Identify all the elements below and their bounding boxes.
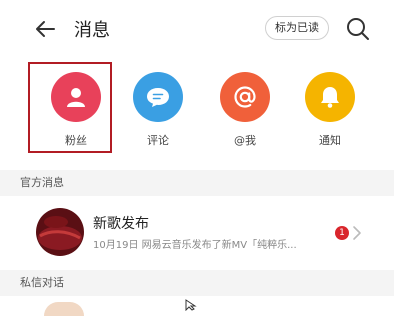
category-label: 粉丝 <box>65 134 87 147</box>
comment-bubble-icon <box>133 72 183 122</box>
mark-all-read-button[interactable]: 标为已读 <box>265 16 329 40</box>
category-fans[interactable]: 粉丝 <box>41 72 111 148</box>
message-title: 新歌发布 <box>93 216 149 232</box>
unread-badge: 1 <box>335 226 349 240</box>
category-label: 评论 <box>147 134 169 147</box>
section-header-private: 私信对话 <box>0 270 394 296</box>
person-icon <box>51 72 101 122</box>
section-header-official: 官方消息 <box>0 170 394 196</box>
official-message-row[interactable]: 新歌发布 10月19日 网易云音乐发布了新MV「纯粹乐... 1 <box>0 196 394 270</box>
bell-icon <box>305 72 355 122</box>
back-arrow-icon[interactable] <box>32 15 60 43</box>
avatar <box>36 208 84 256</box>
message-categories: 粉丝 评论 @我 通知 <box>0 62 394 166</box>
category-mentions[interactable]: @我 <box>210 72 280 148</box>
at-icon <box>220 72 270 122</box>
message-preview: 10月19日 网易云音乐发布了新MV「纯粹乐... <box>93 240 297 251</box>
category-label: @我 <box>234 134 256 147</box>
chevron-right-icon <box>353 226 361 240</box>
category-label: 通知 <box>319 134 341 147</box>
category-comments[interactable]: 评论 <box>123 72 193 148</box>
mouse-cursor-icon <box>185 299 197 311</box>
app-header: 消息 标为已读 <box>0 0 394 62</box>
page-title: 消息 <box>74 20 110 41</box>
avatar <box>44 302 84 316</box>
search-icon[interactable] <box>344 15 372 43</box>
category-notifications[interactable]: 通知 <box>295 72 365 148</box>
